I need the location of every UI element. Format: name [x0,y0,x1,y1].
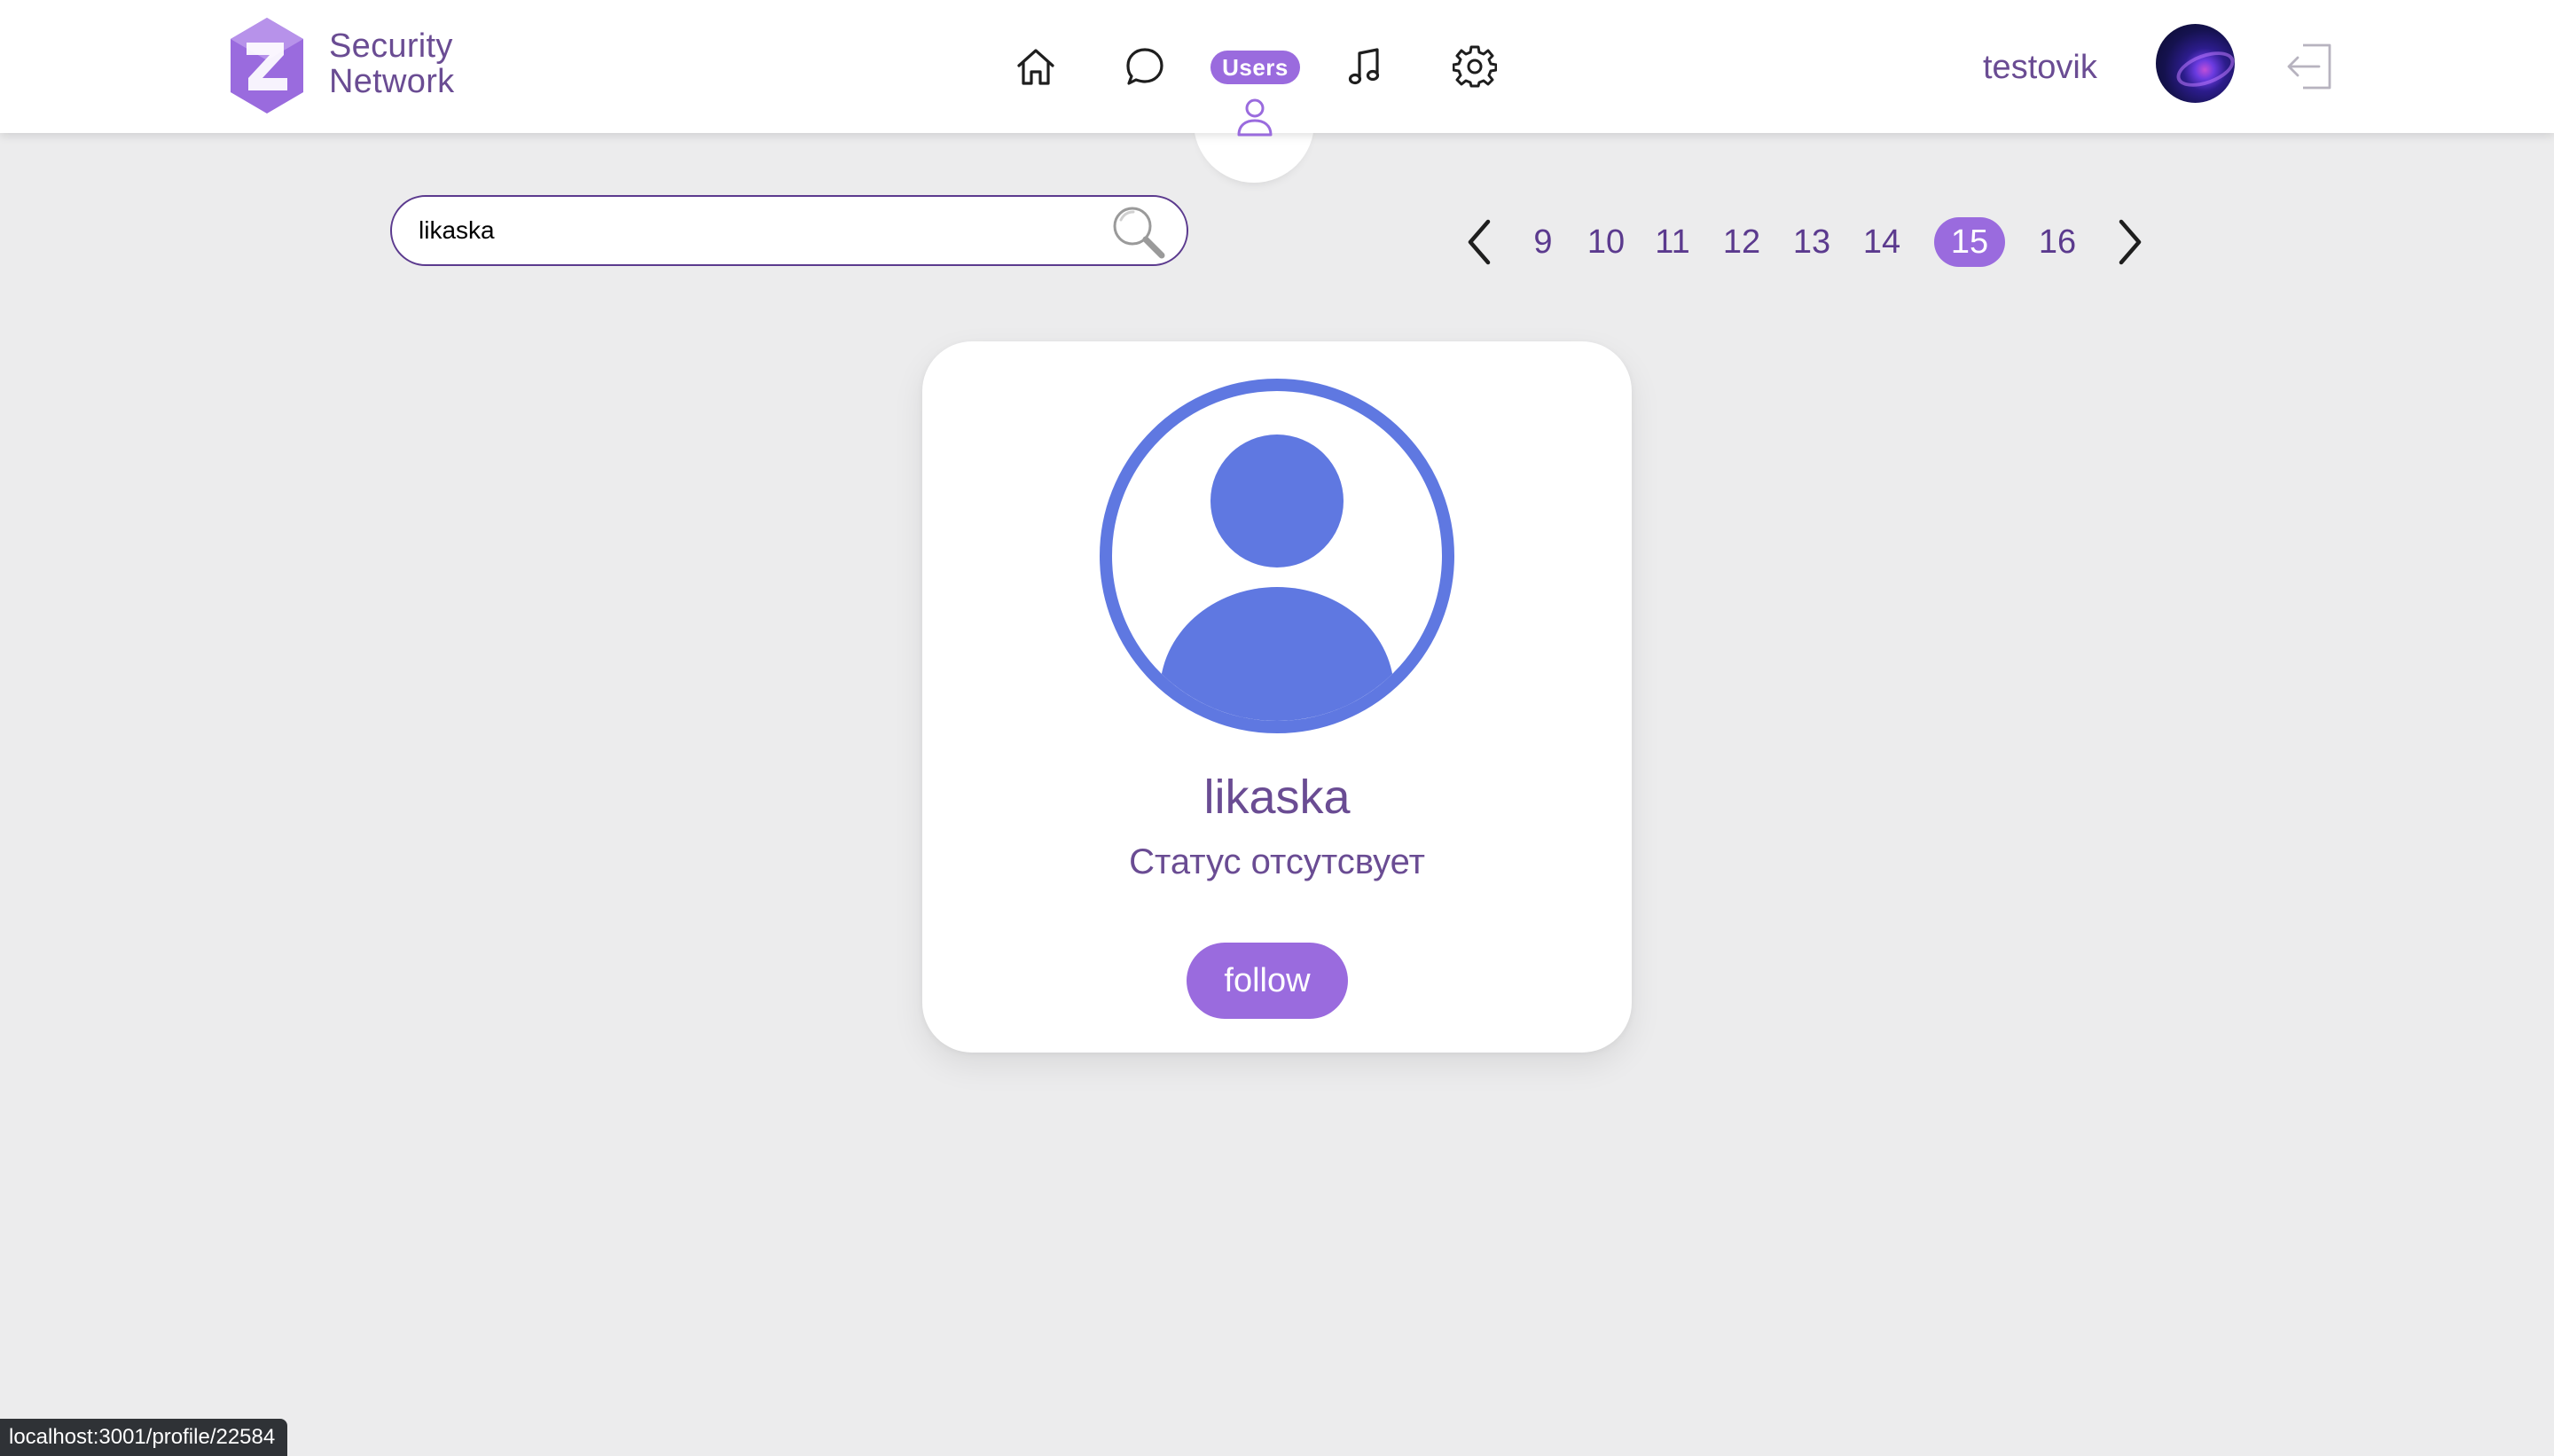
page-9[interactable]: 9 [1527,217,1559,267]
search-input[interactable] [419,209,1093,252]
current-username[interactable]: testovik [1983,48,2097,87]
pagination-prev-button[interactable] [1461,215,1497,270]
browser-status-url: localhost:3001/profile/22584 [0,1419,288,1456]
search-bar [390,195,1188,266]
logout-icon [2287,43,2331,90]
chevron-right-icon [2119,219,2142,265]
music-icon [1348,48,1380,85]
logo-text-line1: Security [329,27,453,65]
chat-icon [1126,48,1163,85]
logout-button[interactable] [2284,41,2335,92]
profile-username[interactable]: likaska [922,770,1632,825]
user-profile-card: likaska Статус отсутсвует follow [922,341,1632,1053]
page-16[interactable]: 16 [2036,217,2079,267]
nav-settings[interactable] [1453,44,1497,89]
nav-music[interactable] [1344,44,1388,89]
security-network-logo-icon[interactable] [229,16,305,115]
pagination-next-button[interactable] [2112,215,2148,270]
nav-home[interactable] [1014,44,1058,89]
nav-users-label[interactable]: Users [1210,51,1300,84]
page-15-current[interactable]: 15 [1934,217,2005,267]
chevron-left-icon [1468,219,1491,265]
default-avatar-icon[interactable] [1098,377,1456,735]
nav-chat[interactable] [1123,44,1167,89]
users-icon[interactable] [1235,96,1274,140]
search-icon[interactable] [1109,202,1167,261]
logo-text-line2: Network [329,63,455,100]
logo-text: Security Network [329,28,454,99]
follow-button[interactable]: follow [1187,943,1348,1019]
page-14[interactable]: 14 [1861,217,1903,267]
page-11[interactable]: 11 [1654,217,1691,267]
page-12[interactable]: 12 [1720,217,1763,267]
profile-status: Статус отсутсвует [1129,842,1425,881]
gear-icon [1453,45,1497,88]
user-avatar[interactable] [2156,24,2235,103]
page-13[interactable]: 13 [1790,217,1833,267]
page-10[interactable]: 10 [1586,217,1626,267]
home-icon [1017,49,1054,85]
